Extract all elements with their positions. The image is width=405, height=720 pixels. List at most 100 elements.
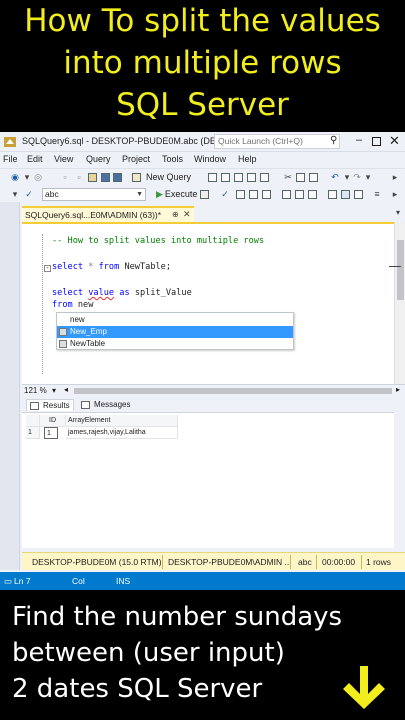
forward-icon[interactable]: ◎ (33, 172, 43, 182)
status-server: DESKTOP-PBUDE0M (15.0 RTM) (32, 557, 162, 567)
menu-window[interactable]: Window (194, 154, 226, 164)
top-banner: How To split the values into multiple ro… (0, 0, 405, 132)
back-dropdown-icon[interactable]: ▾ (22, 172, 32, 182)
intellisense-item-new[interactable]: new (57, 314, 293, 326)
zoom-dropdown-icon[interactable]: ▾ (52, 386, 56, 395)
database-select[interactable]: abc ▼ (42, 188, 146, 201)
results-to-grid-icon[interactable] (341, 190, 350, 199)
include-plan-icon[interactable] (282, 190, 291, 199)
results-grid-pane: ID ArrayElement 1 1 james,rajesh,vijay,L… (22, 412, 394, 548)
tab-messages-label: Messages (94, 400, 131, 409)
analysis-dmx-icon[interactable] (234, 173, 243, 182)
status-divider (290, 555, 291, 569)
arrow-down-icon (343, 666, 385, 709)
open-file-icon[interactable] (88, 173, 97, 182)
scroll-left-icon[interactable]: ◂ (64, 385, 68, 394)
close-button[interactable]: ✕ (389, 133, 400, 149)
menu-project[interactable]: Project (122, 154, 150, 164)
minimize-button[interactable]: – (353, 134, 365, 146)
search-icon[interactable]: ⚲ (330, 135, 337, 146)
analysis-mdx-icon[interactable] (221, 173, 230, 182)
collapse-icon[interactable]: - (44, 265, 51, 272)
tab-close-icon[interactable]: ✕ (183, 209, 191, 220)
tab-results[interactable]: Results (26, 399, 74, 411)
toolbar-options-icon[interactable]: ▾ (10, 189, 20, 199)
pin-icon[interactable]: ⊕ (172, 210, 179, 219)
change-connection-icon[interactable]: ✓ (24, 189, 34, 199)
object-explorer-collapsed-strip[interactable] (0, 202, 20, 570)
keyword-as: as (119, 288, 130, 298)
undo-icon[interactable]: ↶ (330, 172, 340, 182)
status-insert-mode: INS (116, 576, 131, 586)
results-to-text-icon[interactable] (328, 190, 337, 199)
menu-query[interactable]: Query (86, 154, 111, 164)
undo-dropdown-icon[interactable]: ▾ (342, 172, 352, 182)
code-value-column: value (88, 288, 115, 298)
save-all-icon[interactable] (113, 173, 122, 182)
output-icon[interactable]: ▭ (4, 576, 12, 587)
paste-icon[interactable] (309, 173, 318, 182)
editor-zoom-bar: 121 % ▾ ◂ ▸ (22, 384, 405, 396)
tab-sqlquery6[interactable]: SQLQuery6.sql...E0M\ADMIN (63))* ⊕ ✕ (22, 206, 194, 222)
code-line-select-value: select value as split_Value (52, 288, 192, 298)
live-stats-icon[interactable] (295, 190, 304, 199)
keyword-select: select (52, 262, 84, 272)
new-query-icon[interactable] (132, 173, 141, 182)
horizontal-scrollbar-thumb[interactable] (74, 388, 392, 394)
toolbar-overflow-icon[interactable]: ▸ (390, 172, 400, 182)
tab-messages[interactable]: Messages (78, 399, 133, 411)
query-designer-icon[interactable] (249, 190, 258, 199)
menu-view[interactable]: View (54, 154, 73, 164)
cell-id[interactable]: 1 (44, 427, 58, 439)
quick-launch-input[interactable]: Quick Launch (Ctrl+Q) (214, 134, 340, 149)
toolbar2-overflow-icon[interactable]: ▸ (390, 189, 400, 199)
status-elapsed-time: 00:00:00 (322, 557, 356, 567)
comment-lines-icon[interactable]: ≡ (372, 189, 382, 199)
intellisense-item-newtable[interactable]: NewTable (57, 338, 293, 350)
editor-vertical-scrollbar[interactable] (389, 222, 405, 384)
new-project-icon[interactable]: ▫ (60, 172, 70, 182)
cut-icon[interactable]: ✂ (283, 172, 293, 182)
results-to-file-icon[interactable] (354, 190, 363, 199)
maximize-button[interactable] (372, 137, 381, 146)
execute-label: Execute (164, 189, 198, 199)
scroll-right-icon[interactable]: ▸ (396, 385, 400, 394)
cell-arrayelement[interactable]: james,rajesh,vijay,Lalitha (66, 427, 178, 439)
menu-help[interactable]: Help (238, 154, 257, 164)
redo-dropdown-icon[interactable]: ▾ (363, 172, 373, 182)
intellisense-icon[interactable] (262, 190, 271, 199)
status-divider (162, 555, 163, 569)
client-stats-icon[interactable] (308, 190, 317, 199)
debug-icon[interactable] (200, 190, 209, 199)
scrollbar-thumb[interactable] (397, 240, 404, 300)
execute-button[interactable]: ▶ Execute (156, 189, 197, 200)
query-editor[interactable]: -- How to split values into multiple row… (22, 222, 394, 384)
db-engine-query-icon[interactable] (208, 173, 217, 182)
row-number[interactable]: 1 (26, 427, 40, 439)
message-icon (81, 401, 90, 409)
back-icon[interactable]: ◉ (10, 172, 20, 182)
column-header-arrayelement[interactable]: ArrayElement (66, 415, 178, 427)
intellisense-item-new-emp-label: New_Emp (70, 327, 107, 336)
menu-tools[interactable]: Tools (162, 154, 183, 164)
parse-icon[interactable]: ✓ (220, 189, 230, 199)
chevron-down-icon: ▼ (136, 191, 143, 198)
code-star: * (83, 262, 99, 272)
zoom-level[interactable]: 121 % (24, 386, 47, 395)
intellisense-item-new-emp[interactable]: New_Emp (57, 326, 293, 338)
tab-results-label: Results (43, 401, 70, 410)
redo-icon[interactable]: ↷ (352, 172, 362, 182)
add-item-icon[interactable]: ▫ (74, 172, 84, 182)
column-header-id[interactable]: ID (40, 415, 66, 427)
banner-title-line-3: SQL Server (116, 87, 289, 123)
tab-list-dropdown-icon[interactable]: ▾ (396, 208, 400, 217)
new-query-button[interactable]: New Query (146, 172, 191, 182)
menu-edit[interactable]: Edit (27, 154, 43, 164)
menu-file[interactable]: File (3, 154, 18, 164)
display-plan-icon[interactable] (236, 190, 245, 199)
analysis-xmla-icon[interactable] (247, 173, 256, 182)
analysis-dax-icon[interactable] (260, 173, 269, 182)
grid-corner[interactable] (26, 415, 40, 427)
save-icon[interactable] (101, 173, 110, 182)
copy-icon[interactable] (296, 173, 305, 182)
